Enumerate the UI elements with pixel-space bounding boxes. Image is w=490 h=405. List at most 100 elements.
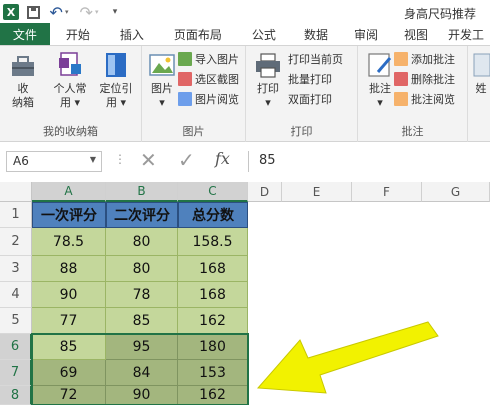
select-screenshot-button[interactable]: 选区截图 xyxy=(178,70,239,88)
row-header-8[interactable]: 8 xyxy=(0,386,32,405)
duplex-print-button[interactable]: 双面打印 xyxy=(288,90,332,108)
print-current-page-button[interactable]: 打印当前页 xyxy=(288,50,343,68)
data-cell[interactable]: 90 xyxy=(106,386,178,405)
printer-icon xyxy=(254,50,282,80)
header-cell-first-score[interactable]: 一次评分 xyxy=(32,202,106,228)
ribbon-panel: 收 纳箱 个人常 用 ▾ 定位引 用 ▾ 我的收纳箱 图片 ▾ 导入图片 选区截… xyxy=(0,46,490,142)
header-cell-second-score[interactable]: 二次评分 xyxy=(106,202,178,228)
formula-bar: A6 ▼ ⋮ ✕ ✓ fx 85 xyxy=(0,142,490,178)
row-header-7[interactable]: 7 xyxy=(0,360,32,386)
redo-icon[interactable]: ↷ ▾ xyxy=(74,0,104,24)
save-icon[interactable] xyxy=(22,0,44,24)
enter-icon[interactable]: ✓ xyxy=(178,148,195,172)
formula-bar-grip-icon: ⋮ xyxy=(114,152,126,166)
batch-print-button[interactable]: 批量打印 xyxy=(288,70,332,88)
tab-data[interactable]: 数据 xyxy=(290,23,342,45)
data-cell[interactable]: 158.5 xyxy=(178,228,248,256)
title-bar: X ↶ ▾ ↷ ▾ ▾ 身高尺码推荐 xyxy=(0,0,490,24)
column-header-d[interactable]: D xyxy=(248,182,282,202)
active-cell-a6[interactable]: 85 xyxy=(32,334,106,360)
comment-button[interactable]: 批注 ▾ xyxy=(366,50,394,110)
header-cell-total-score[interactable]: 总分数 xyxy=(178,202,248,228)
tab-home[interactable]: 开始 xyxy=(50,23,106,45)
quick-access-toolbar: X ↶ ▾ ↷ ▾ ▾ xyxy=(0,0,126,24)
data-cell[interactable]: 78 xyxy=(106,282,178,308)
document-title: 身高尺码推荐 xyxy=(403,7,476,21)
view-comment-icon xyxy=(394,92,408,106)
row-header-1[interactable]: 1 xyxy=(0,202,32,228)
tab-file[interactable]: 文件 xyxy=(0,23,50,45)
data-cell[interactable]: 162 xyxy=(178,308,248,334)
data-cell[interactable]: 77 xyxy=(32,308,106,334)
data-cell[interactable]: 85 xyxy=(106,308,178,334)
comment-icon xyxy=(366,50,394,80)
toolbox-icon xyxy=(9,50,37,80)
column-header-e[interactable]: E xyxy=(282,182,352,202)
locate-icon xyxy=(102,50,130,80)
data-cell[interactable]: 162 xyxy=(178,386,248,405)
partial-group-button[interactable]: 姓 xyxy=(472,50,490,96)
picture-button[interactable]: 图片 ▾ xyxy=(148,50,176,110)
picture-icon xyxy=(148,50,176,80)
import-picture-icon xyxy=(178,52,192,66)
row-header-4[interactable]: 4 xyxy=(0,282,32,308)
column-header-c[interactable]: C xyxy=(178,182,248,202)
select-all-corner[interactable] xyxy=(0,182,32,202)
data-cell[interactable]: 90 xyxy=(32,282,106,308)
excel-logo-icon: X xyxy=(0,0,22,24)
tab-review[interactable]: 审阅 xyxy=(342,23,390,45)
data-cell[interactable]: 84 xyxy=(106,360,178,386)
name-box-dropdown-icon[interactable]: ▼ xyxy=(90,155,96,164)
cancel-icon[interactable]: ✕ xyxy=(140,148,157,172)
formula-input[interactable]: 85 xyxy=(248,151,484,172)
partial-icon xyxy=(472,50,490,80)
screenshot-icon xyxy=(178,72,192,86)
tab-view[interactable]: 视图 xyxy=(390,23,442,45)
undo-icon[interactable]: ↶ ▾ xyxy=(44,0,74,24)
data-cell[interactable]: 80 xyxy=(106,256,178,282)
customize-qat-icon[interactable]: ▾ xyxy=(104,0,126,24)
data-cell[interactable]: 168 xyxy=(178,256,248,282)
tab-page-layout[interactable]: 页面布局 xyxy=(158,23,238,45)
row-header-6[interactable]: 6 xyxy=(0,334,32,360)
data-cell[interactable]: 180 xyxy=(178,334,248,360)
picture-view-button[interactable]: 图片阅览 xyxy=(178,90,239,108)
group-my-collection: 收 纳箱 个人常 用 ▾ 定位引 用 ▾ 我的收纳箱 xyxy=(0,46,142,142)
data-cell[interactable]: 80 xyxy=(106,228,178,256)
group-picture: 图片 ▾ 导入图片 选区截图 图片阅览 图片 xyxy=(142,46,246,142)
view-comment-button[interactable]: 批注阅览 xyxy=(394,90,455,108)
tab-insert[interactable]: 插入 xyxy=(106,23,158,45)
row-header-2[interactable]: 2 xyxy=(0,228,32,256)
row-header-3[interactable]: 3 xyxy=(0,256,32,282)
insert-function-icon[interactable]: fx xyxy=(215,149,230,168)
data-cell[interactable]: 153 xyxy=(178,360,248,386)
tab-formulas[interactable]: 公式 xyxy=(238,23,290,45)
data-cell[interactable]: 168 xyxy=(178,282,248,308)
add-comment-button[interactable]: 添加批注 xyxy=(394,50,455,68)
group-print: 打印 ▾ 打印当前页 批量打印 双面打印 打印 xyxy=(246,46,358,142)
locate-reference-button[interactable]: 定位引 用 ▾ xyxy=(96,50,136,110)
column-header-b[interactable]: B xyxy=(106,182,178,202)
group-comment: 批注 ▾ 添加批注 删除批注 批注阅览 批注 xyxy=(358,46,468,142)
column-header-f[interactable]: F xyxy=(352,182,422,202)
column-header-a[interactable]: A xyxy=(32,182,106,202)
print-button[interactable]: 打印 ▾ xyxy=(254,50,282,110)
data-cell[interactable]: 78.5 xyxy=(32,228,106,256)
data-cell[interactable]: 72 xyxy=(32,386,106,405)
data-cell[interactable]: 88 xyxy=(32,256,106,282)
row-header-5[interactable]: 5 xyxy=(0,308,32,334)
tab-developer[interactable]: 开发工 xyxy=(442,23,490,45)
delete-comment-icon xyxy=(394,72,408,86)
data-cell[interactable]: 69 xyxy=(32,360,106,386)
personal-common-button[interactable]: 个人常 用 ▾ xyxy=(50,50,90,110)
group-label-comment: 批注 xyxy=(401,125,424,138)
collect-box-button[interactable]: 收 纳箱 xyxy=(6,50,40,110)
delete-comment-button[interactable]: 删除批注 xyxy=(394,70,455,88)
data-cell[interactable]: 95 xyxy=(106,334,178,360)
group-label-collection: 我的收纳箱 xyxy=(43,125,98,138)
name-box[interactable]: A6 ▼ xyxy=(6,151,102,172)
ribbon-tab-bar: 文件 开始 插入 页面布局 公式 数据 审阅 视图 开发工 xyxy=(0,23,490,46)
column-header-g[interactable]: G xyxy=(422,182,490,202)
import-picture-button[interactable]: 导入图片 xyxy=(178,50,239,68)
personal-icon xyxy=(56,50,84,80)
